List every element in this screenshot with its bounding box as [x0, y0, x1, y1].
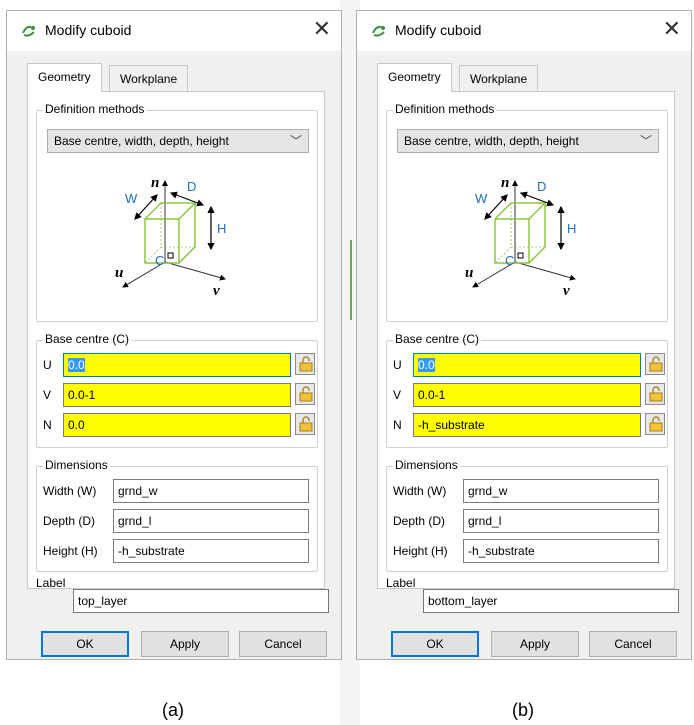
select-value: Base centre, width, depth, height	[404, 134, 579, 148]
base-centre-group: Base centre (C) U 0.0 V 0.0-1 N 0.0	[36, 332, 318, 448]
diagram-label-u: u	[465, 265, 473, 281]
v-field[interactable]: 0.0-1	[413, 383, 641, 407]
definition-methods-group: Definition methods Base centre, width, d…	[386, 102, 668, 322]
height-field[interactable]: -h_substrate	[113, 539, 309, 563]
tab-geometry[interactable]: Geometry	[377, 63, 452, 92]
title-bar: Modify cuboid ✕	[7, 11, 341, 51]
group-title: Definition methods	[43, 102, 147, 116]
depth-field[interactable]: grnd_l	[463, 509, 659, 533]
label-field[interactable]: bottom_layer	[423, 589, 679, 613]
chevron-down-icon: ﹀	[639, 134, 652, 148]
width-field[interactable]: grnd_w	[113, 479, 309, 503]
depth-label: Depth (D)	[43, 514, 96, 528]
ok-button[interactable]: OK	[391, 631, 479, 657]
lock-icon	[649, 386, 663, 402]
diagram-label-h: H	[567, 221, 576, 236]
group-title: Dimensions	[393, 458, 460, 472]
group-title: Base centre (C)	[393, 332, 482, 346]
u-lock-button[interactable]	[645, 353, 665, 375]
diagram-label-v: v	[213, 283, 220, 297]
cancel-button[interactable]: Cancel	[239, 631, 327, 657]
n-field[interactable]: -h_substrate	[413, 413, 641, 437]
tab-workplane[interactable]: Workplane	[109, 65, 189, 91]
diagram-label-u: u	[115, 265, 123, 281]
u-lock-button[interactable]	[295, 353, 315, 375]
title-bar: Modify cuboid ✕	[357, 11, 691, 51]
chevron-down-icon: ﹀	[289, 134, 302, 148]
tab-workplane[interactable]: Workplane	[459, 65, 539, 91]
definition-method-select[interactable]: Base centre, width, depth, height ﹀	[47, 129, 309, 153]
dialog-title: Modify cuboid	[45, 22, 132, 38]
close-icon[interactable]: ✕	[313, 17, 331, 41]
lock-icon	[299, 416, 313, 432]
lock-icon	[299, 356, 313, 372]
cuboid-app-icon	[22, 25, 35, 37]
n-lock-button[interactable]	[295, 413, 315, 435]
modify-cuboid-dialog-a: Modify cuboid ✕ Geometry Workplane Defin…	[6, 10, 342, 660]
height-label: Height (H)	[393, 544, 448, 558]
v-field[interactable]: 0.0-1	[63, 383, 291, 407]
caption-b: (b)	[512, 700, 534, 720]
diagram-label-d: D	[537, 179, 546, 194]
diagram-label-w: W	[475, 191, 488, 206]
n-label: N	[43, 418, 52, 432]
width-field[interactable]: grnd_w	[463, 479, 659, 503]
diagram-label-v: v	[563, 283, 570, 297]
tab-geometry[interactable]: Geometry	[27, 63, 102, 92]
height-field[interactable]: -h_substrate	[463, 539, 659, 563]
dimensions-group: Dimensions Width (W) grnd_w Depth (D) gr…	[386, 458, 668, 572]
v-lock-button[interactable]	[295, 383, 315, 405]
u-field[interactable]: 0.0	[63, 353, 291, 377]
v-label: V	[43, 388, 52, 402]
n-label: N	[393, 418, 402, 432]
caption-a: (a)	[162, 700, 184, 720]
close-icon[interactable]: ✕	[663, 17, 681, 41]
modify-cuboid-dialog-b: Modify cuboid ✕ Geometry Workplane Defin…	[356, 10, 692, 660]
geometry-tab-panel: Definition methods Base centre, width, d…	[377, 91, 675, 590]
base-centre-group: Base centre (C) U 0.0 V 0.0-1 N -h_subst…	[386, 332, 668, 448]
dialog-title: Modify cuboid	[395, 22, 482, 38]
u-label: U	[43, 358, 52, 372]
group-title: Definition methods	[393, 102, 497, 116]
width-label: Width (W)	[43, 484, 97, 498]
diagram-label-w: W	[125, 191, 138, 206]
u-field[interactable]: 0.0	[413, 353, 641, 377]
diagram-label-h: H	[217, 221, 226, 236]
width-label: Width (W)	[393, 484, 447, 498]
u-label: U	[393, 358, 402, 372]
lock-icon	[299, 386, 313, 402]
select-value: Base centre, width, depth, height	[54, 134, 229, 148]
cancel-button[interactable]: Cancel	[589, 631, 677, 657]
cuboid-app-icon	[372, 25, 385, 37]
v-label: V	[393, 388, 402, 402]
diagram-label-n: n	[151, 175, 159, 191]
height-label: Height (H)	[43, 544, 98, 558]
depth-field[interactable]: grnd_l	[113, 509, 309, 533]
ok-button[interactable]: OK	[41, 631, 129, 657]
diagram-label-n: n	[501, 175, 509, 191]
diagram-label-d: D	[187, 179, 196, 194]
label-field[interactable]: top_layer	[73, 589, 329, 613]
cuboid-diagram: n W D H C u v	[115, 175, 226, 297]
diagram-label-c: C	[155, 253, 164, 268]
background-green-marker	[350, 240, 352, 320]
dimensions-group: Dimensions Width (W) grnd_w Depth (D) gr…	[36, 458, 318, 572]
lock-icon	[649, 416, 663, 432]
definition-method-select[interactable]: Base centre, width, depth, height ﹀	[397, 129, 659, 153]
diagram-label-c: C	[505, 253, 514, 268]
cuboid-diagram: n W D H C u v	[465, 175, 576, 297]
v-lock-button[interactable]	[645, 383, 665, 405]
n-lock-button[interactable]	[645, 413, 665, 435]
lock-icon	[649, 356, 663, 372]
group-title: Base centre (C)	[43, 332, 132, 346]
definition-methods-group: Definition methods Base centre, width, d…	[36, 102, 318, 322]
group-title: Dimensions	[43, 458, 110, 472]
label-label: Label	[386, 576, 416, 590]
label-label: Label	[36, 576, 66, 590]
apply-button[interactable]: Apply	[141, 631, 229, 657]
apply-button[interactable]: Apply	[491, 631, 579, 657]
n-field[interactable]: 0.0	[63, 413, 291, 437]
depth-label: Depth (D)	[393, 514, 446, 528]
geometry-tab-panel: Definition methods Base centre, width, d…	[27, 91, 325, 590]
